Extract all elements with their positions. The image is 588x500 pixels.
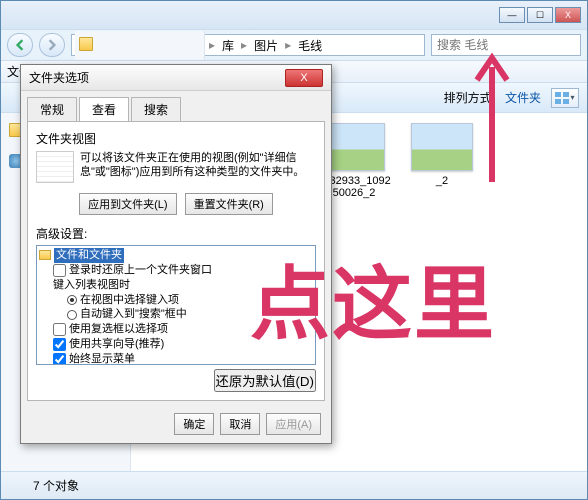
- sort-label: 排列方式:: [444, 89, 495, 106]
- folder-icon: [79, 37, 93, 51]
- tree-item[interactable]: 文件和文件夹: [39, 248, 313, 263]
- tab-search[interactable]: 搜索: [131, 97, 181, 121]
- tree-item-label: 在视图中选择键入项: [80, 293, 179, 308]
- tree-item-label: 文件和文件夹: [54, 248, 124, 263]
- image-icon: [323, 123, 385, 171]
- thumbnails-icon: [555, 92, 569, 104]
- tree-item[interactable]: 键入列表视图时: [39, 278, 313, 293]
- breadcrumb[interactable]: ▸库 ▸图片 ▸毛线: [71, 34, 425, 56]
- restore-defaults-button[interactable]: 还原为默认值(D): [214, 369, 316, 392]
- close-button[interactable]: X: [555, 7, 581, 23]
- dialog-body: 文件夹视图 可以将该文件夹正在使用的视图(例如"详细信息"或"图标")应用到所有…: [27, 121, 325, 401]
- tree-item[interactable]: 使用共享向导(推荐): [39, 337, 313, 352]
- section-folder-view: 文件夹视图: [36, 130, 316, 147]
- image-icon: [411, 123, 473, 171]
- tree-item-label: 登录时还原上一个文件夹窗口: [69, 263, 212, 278]
- tree-item[interactable]: 自动键入到"搜索"框中: [39, 307, 313, 322]
- tree-item-label: 始终显示菜单: [69, 352, 135, 365]
- checkbox[interactable]: [53, 353, 66, 365]
- tree-item-label: 键入列表视图时: [53, 278, 130, 293]
- advanced-label: 高级设置:: [36, 225, 316, 242]
- view-mode-button[interactable]: ▾: [551, 88, 579, 108]
- back-button[interactable]: [7, 33, 33, 57]
- folderview-desc: 可以将该文件夹正在使用的视图(例如"详细信息"或"图标")应用到所有这种类型的文…: [80, 151, 316, 183]
- checkbox[interactable]: [53, 338, 66, 351]
- tree-item[interactable]: 使用复选框以选择项: [39, 322, 313, 337]
- thumbnail-name: _2: [436, 175, 448, 187]
- dialog-titlebar: 文件夹选项 X: [21, 65, 331, 91]
- checkbox[interactable]: [53, 264, 66, 277]
- minimize-button[interactable]: —: [499, 7, 525, 23]
- tree-item[interactable]: 始终显示菜单: [39, 352, 313, 365]
- checkbox[interactable]: [53, 323, 66, 336]
- radio[interactable]: [67, 310, 77, 320]
- status-text: 7 个对象: [33, 477, 79, 494]
- tab-view[interactable]: 查看: [79, 97, 129, 121]
- tab-general[interactable]: 常规: [27, 97, 77, 121]
- statusbar: 7 个对象: [1, 471, 587, 499]
- folder-options-dialog: 文件夹选项 X 常规 查看 搜索 文件夹视图 可以将该文件夹正在使用的视图(例如…: [20, 64, 332, 444]
- tree-item[interactable]: 登录时还原上一个文件夹窗口: [39, 263, 313, 278]
- tree-item-label: 使用共享向导(推荐): [69, 337, 164, 352]
- navbar: ▸库 ▸图片 ▸毛线: [1, 29, 587, 61]
- tree-item[interactable]: 在视图中选择键入项: [39, 293, 313, 308]
- tree-item-label: 使用复选框以选择项: [69, 322, 168, 337]
- search-input[interactable]: [431, 34, 581, 56]
- chevron-down-icon: ▾: [570, 93, 574, 102]
- folder-icon: [39, 250, 51, 260]
- apply-button[interactable]: 应用(A): [266, 413, 321, 435]
- titlebar: — ☐ X: [1, 1, 587, 29]
- folders-link[interactable]: 文件夹: [505, 89, 541, 106]
- folder-icon: [9, 479, 27, 493]
- ok-button[interactable]: 确定: [174, 413, 214, 435]
- apply-to-folders-button[interactable]: 应用到文件夹(L): [79, 193, 176, 215]
- dialog-title: 文件夹选项: [29, 69, 89, 86]
- advanced-tree[interactable]: 文件和文件夹登录时还原上一个文件夹窗口键入列表视图时在视图中选择键入项自动键入到…: [36, 245, 316, 365]
- radio[interactable]: [67, 295, 77, 305]
- tree-item-label: 自动键入到"搜索"框中: [80, 307, 187, 322]
- dialog-tabs: 常规 查看 搜索: [27, 97, 325, 121]
- dialog-close-button[interactable]: X: [285, 69, 323, 87]
- reset-folders-button[interactable]: 重置文件夹(R): [185, 193, 273, 215]
- dialog-footer: 确定 取消 应用(A): [21, 407, 331, 443]
- thumbnail[interactable]: _2: [405, 123, 479, 199]
- cancel-button[interactable]: 取消: [220, 413, 260, 435]
- maximize-button[interactable]: ☐: [527, 7, 553, 23]
- forward-button[interactable]: [39, 33, 65, 57]
- folderview-icon: [36, 151, 74, 183]
